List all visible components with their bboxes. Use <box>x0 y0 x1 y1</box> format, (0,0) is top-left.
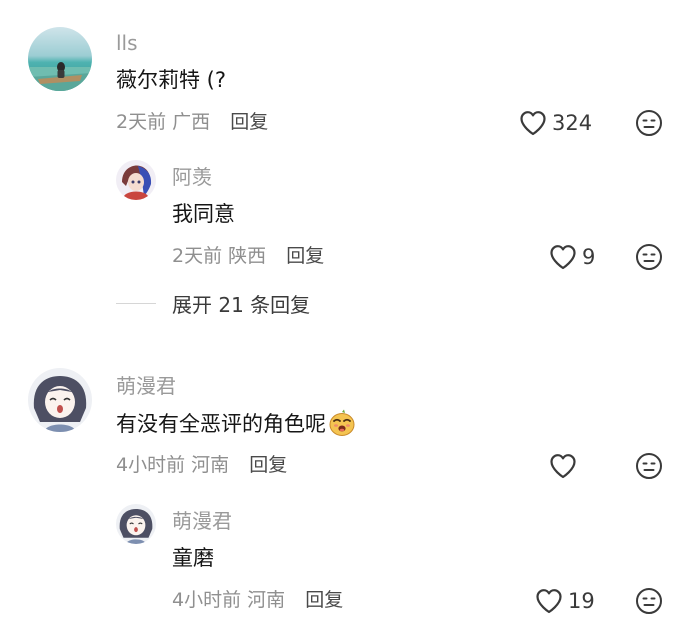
reply-meta: 2天前 陕西 回复 <box>172 244 324 268</box>
avatar[interactable] <box>116 160 156 200</box>
reply-button[interactable]: 回复 <box>305 589 343 611</box>
comment-text: 薇尔莉特 (? <box>116 68 227 92</box>
comment-location: 广西 <box>172 111 211 133</box>
expand-replies-button[interactable]: 展开 21 条回复 <box>116 290 311 317</box>
comment-meta: 4小时前 河南 回复 <box>116 453 287 477</box>
username[interactable]: 萌漫君 <box>172 509 232 533</box>
comment-text-body: 有没有全恶评的角色呢 <box>116 412 326 436</box>
heart-icon <box>550 245 576 270</box>
anime-girl-avatar-icon <box>116 504 156 544</box>
anime-character-avatar-icon <box>116 160 156 200</box>
avatar[interactable] <box>28 27 92 91</box>
comment-location: 河南 <box>191 454 230 476</box>
divider <box>116 302 156 304</box>
avatar[interactable] <box>28 368 92 432</box>
like-count: 324 <box>552 111 593 135</box>
username[interactable]: 阿羡 <box>172 165 212 189</box>
reply-button[interactable]: 回复 <box>286 245 324 267</box>
reply-location: 河南 <box>247 589 286 611</box>
neutral-face-icon <box>636 110 662 136</box>
reply-time: 4小时前 <box>172 589 242 611</box>
reply-button[interactable]: 回复 <box>249 454 287 476</box>
dislike-button[interactable] <box>635 243 663 271</box>
comment-meta: 2天前 广西 回复 <box>116 110 268 134</box>
comment-time: 4小时前 <box>116 454 186 476</box>
like-count: 19 <box>568 589 595 613</box>
comment-text: 有没有全恶评的角色呢 <box>116 409 356 438</box>
reply-text: 我同意 <box>172 202 235 226</box>
username[interactable]: 萌漫君 <box>116 374 176 398</box>
heart-icon <box>536 589 562 614</box>
neutral-face-icon <box>636 453 662 479</box>
expand-replies-label: 展开 21 条回复 <box>172 292 311 317</box>
dislike-button[interactable] <box>635 452 663 480</box>
beach-photo-avatar-icon <box>28 27 92 91</box>
reply-button[interactable]: 回复 <box>230 111 268 133</box>
smug-face-emoji-icon <box>329 409 355 436</box>
neutral-face-icon <box>636 244 662 270</box>
dislike-button[interactable] <box>635 109 663 137</box>
anime-girl-avatar-icon <box>28 368 92 432</box>
reply-time: 2天前 <box>172 245 223 267</box>
like-button[interactable]: 19 <box>535 587 595 615</box>
username[interactable]: lls <box>116 31 138 55</box>
neutral-face-icon <box>636 588 662 614</box>
like-button[interactable] <box>549 452 582 480</box>
reply-location: 陕西 <box>228 245 267 267</box>
heart-icon <box>520 111 546 136</box>
dislike-button[interactable] <box>635 587 663 615</box>
comment-time: 2天前 <box>116 111 167 133</box>
avatar[interactable] <box>116 504 156 544</box>
reply-text: 童磨 <box>172 546 214 570</box>
heart-icon <box>550 454 576 479</box>
like-count: 9 <box>582 245 596 269</box>
reply-meta: 4小时前 河南 回复 <box>172 588 343 612</box>
like-button[interactable]: 9 <box>549 243 595 271</box>
like-button[interactable]: 324 <box>519 109 592 137</box>
